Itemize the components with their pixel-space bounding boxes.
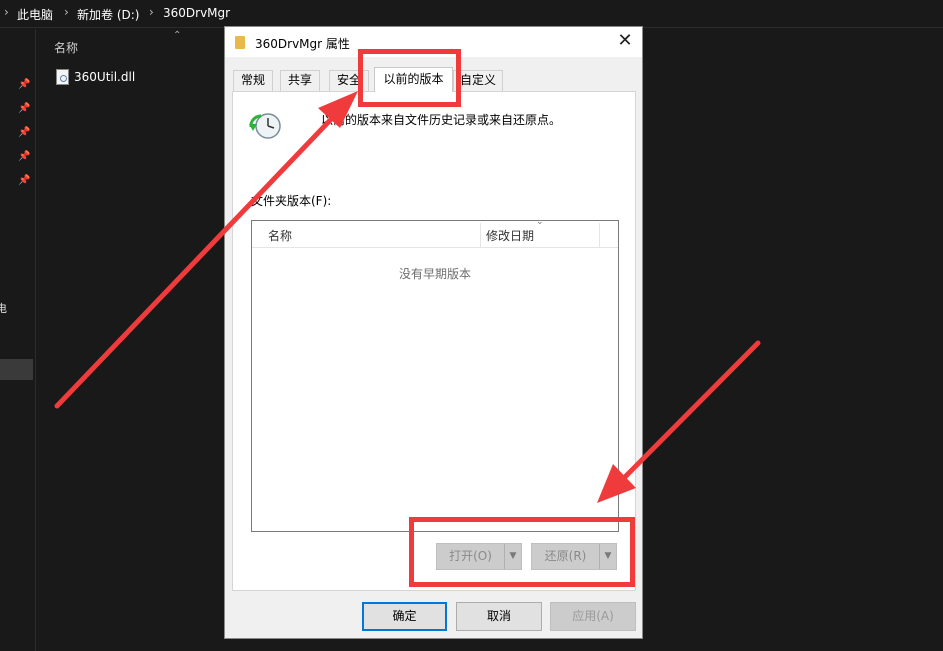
properties-dialog: 360DrvMgr 属性 ✕ 常规 共享 安全 以前的版本 自定义 以前的版本来… (224, 26, 643, 639)
tab-security[interactable]: 安全 (329, 70, 369, 91)
file-row[interactable]: 360Util.dll (56, 67, 135, 87)
pin-icon[interactable]: 📌 (18, 175, 30, 187)
list-header: 名称 ⌄ 修改日期 (252, 217, 618, 248)
chevron-right-icon: › (4, 5, 9, 19)
restore-clock-icon (249, 113, 281, 139)
tab-sharing[interactable]: 共享 (280, 70, 320, 91)
nav-item-label[interactable]: 电 (0, 300, 7, 316)
column-name[interactable]: 名称 (268, 227, 292, 244)
versions-label: 文件夹版本(F): (251, 194, 332, 208)
pin-icon[interactable]: 📌 (18, 103, 30, 115)
sort-up-icon: ⌃ (173, 30, 182, 41)
ok-button[interactable]: 确定 (362, 602, 447, 631)
description-text: 以前的版本来自文件历史记录或来自还原点。 (321, 113, 562, 127)
pin-icon[interactable]: 📌 (18, 127, 30, 139)
breadcrumb-drive-d[interactable]: 新加卷 (D:) (77, 6, 139, 23)
dll-file-icon (56, 69, 69, 85)
dropdown-arrow-icon[interactable]: ▼ (505, 544, 521, 569)
previous-versions-panel: 以前的版本来自文件历史记录或来自还原点。 文件夹版本(F): 名称 ⌄ 修改日期… (232, 91, 636, 591)
address-bar[interactable]: › 此电脑 › 新加卷 (D:) › 360DrvMgr (0, 0, 943, 28)
dialog-title: 360DrvMgr 属性 (255, 37, 350, 51)
sort-indicator-icon: ⌄ (536, 217, 544, 227)
navigation-pane: 📌 📌 📌 📌 📌 电 (0, 29, 36, 651)
tab-customize[interactable]: 自定义 (453, 70, 503, 91)
pin-icon[interactable]: 📌 (18, 79, 30, 91)
restore-button-label: 还原(R) (532, 544, 600, 569)
chevron-right-icon: › (149, 5, 154, 19)
dialog-titlebar[interactable]: 360DrvMgr 属性 ✕ (225, 27, 642, 57)
column-divider[interactable] (480, 223, 481, 247)
empty-message: 没有早期版本 (398, 267, 471, 281)
chevron-right-icon: › (64, 5, 69, 19)
column-modified-date[interactable]: 修改日期 (486, 227, 534, 244)
breadcrumb-folder[interactable]: 360DrvMgr (163, 6, 230, 20)
apply-button[interactable]: 应用(A) (550, 602, 636, 631)
cancel-button[interactable]: 取消 (456, 602, 542, 631)
close-button[interactable]: ✕ (608, 27, 642, 57)
file-name: 360Util.dll (74, 70, 136, 84)
versions-list[interactable]: 名称 ⌄ 修改日期 没有早期版本 (251, 217, 619, 532)
open-button-label: 打开(O) (437, 544, 505, 569)
nav-item-selected[interactable] (0, 359, 33, 380)
dropdown-arrow-icon[interactable]: ▼ (600, 544, 616, 569)
column-header-name[interactable]: 名称 (54, 39, 78, 56)
tab-previous-versions[interactable]: 以前的版本 (374, 67, 453, 92)
restore-button[interactable]: 还原(R) ▼ (531, 543, 617, 570)
column-divider[interactable] (599, 223, 600, 247)
pin-icon[interactable]: 📌 (18, 151, 30, 163)
open-button[interactable]: 打开(O) ▼ (436, 543, 522, 570)
breadcrumb-this-pc[interactable]: 此电脑 (17, 6, 53, 23)
folder-icon (235, 36, 245, 49)
tab-general[interactable]: 常规 (233, 70, 273, 91)
